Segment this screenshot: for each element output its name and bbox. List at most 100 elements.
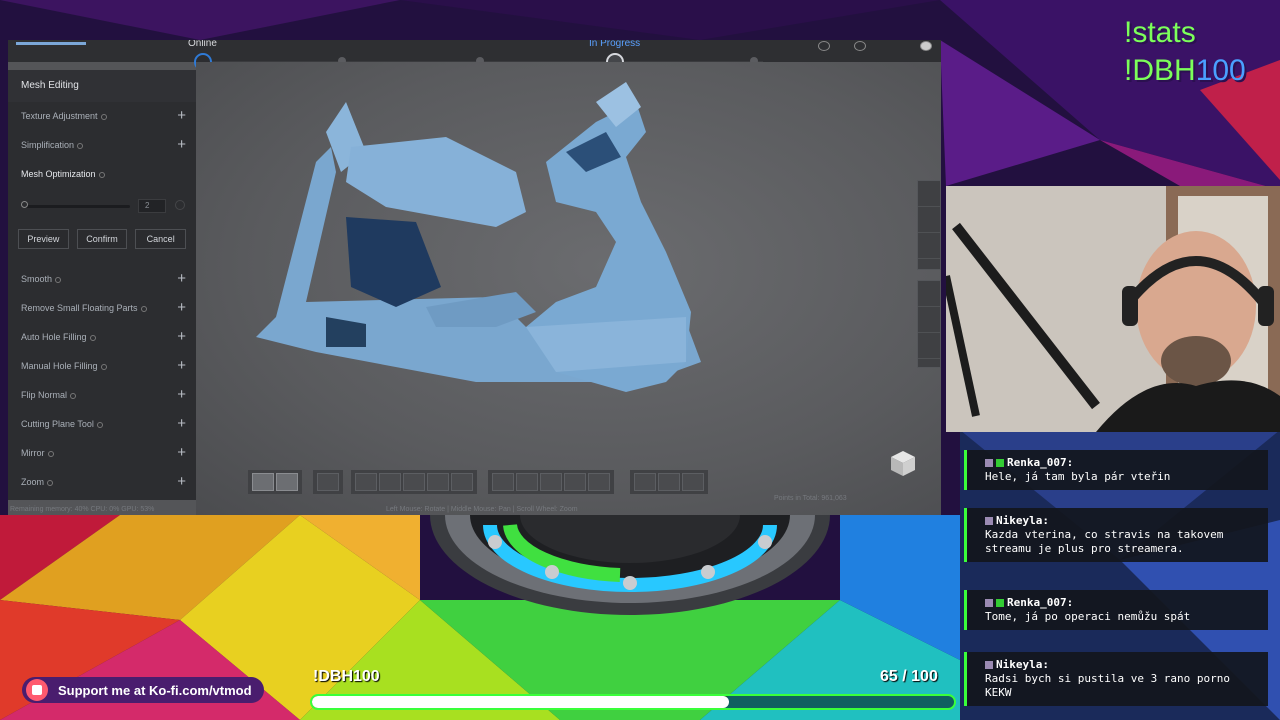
- tool-texture-adjustment[interactable]: Texture Adjustment +: [8, 102, 196, 131]
- info-icon[interactable]: [98, 171, 105, 178]
- slider-thumb[interactable]: [21, 201, 28, 208]
- deselect-icon[interactable]: [516, 473, 538, 491]
- goal-progress-fill: [312, 696, 730, 708]
- menu-icon[interactable]: [890, 41, 902, 51]
- right-tools-bottom: [917, 280, 941, 368]
- layers-stack-icon[interactable]: [276, 473, 298, 491]
- history-toolbar: [630, 470, 708, 494]
- info-icon[interactable]: [70, 392, 77, 399]
- goal-current: 65: [880, 668, 898, 685]
- tool-mirror[interactable]: Mirror +: [8, 439, 196, 468]
- minimize-icon[interactable]: [818, 41, 830, 51]
- export-icon[interactable]: [918, 207, 940, 233]
- reset-icon[interactable]: [175, 200, 185, 210]
- goal-progress-bar: [310, 694, 956, 710]
- lasso-icon[interactable]: [379, 473, 401, 491]
- info-icon[interactable]: [100, 363, 107, 370]
- info-icon[interactable]: [55, 276, 62, 283]
- chat-username: Renka_007:: [1007, 456, 1074, 469]
- goal-total: / 100: [902, 668, 938, 685]
- tool-smooth[interactable]: Smooth +: [8, 265, 196, 294]
- close-icon[interactable]: [920, 41, 932, 51]
- info-icon[interactable]: [89, 334, 96, 341]
- chat-text: Radsi bych si pustila ve 3 rano porno KE…: [985, 672, 1231, 699]
- tool-zoom[interactable]: Zoom +: [8, 468, 196, 497]
- expand-plus-icon[interactable]: +: [177, 328, 186, 345]
- panel-title: Mesh Editing: [8, 70, 196, 102]
- expand-plus-icon[interactable]: +: [177, 136, 186, 153]
- connected-icon[interactable]: [564, 473, 586, 491]
- tool-simplification[interactable]: Simplification +: [8, 131, 196, 160]
- device-status: Online: [188, 40, 217, 49]
- controls-hint: Left Mouse: Rotate | Middle Mouse: Pan |…: [386, 506, 578, 513]
- tool-label: Auto Hole Filling: [21, 332, 87, 342]
- tool-label: Cutting Plane Tool: [21, 419, 94, 429]
- expand-plus-icon[interactable]: +: [177, 299, 186, 316]
- badge-icon: [985, 517, 993, 525]
- info-icon[interactable]: [47, 479, 54, 486]
- app-logo: ▬▬▬▬▬▬▬: [16, 40, 86, 48]
- expand-plus-icon[interactable]: +: [177, 270, 186, 287]
- apply-check-icon[interactable]: [682, 473, 704, 491]
- kofi-banner[interactable]: Support me at Ko-fi.com/vtmod: [22, 677, 264, 703]
- expand-plus-icon[interactable]: +: [177, 415, 186, 432]
- layer-icon[interactable]: [252, 473, 274, 491]
- freehand-select-icon[interactable]: [403, 473, 425, 491]
- tool-manual-hole-filling[interactable]: Manual Hole Filling +: [8, 352, 196, 381]
- expand-plus-icon[interactable]: +: [177, 107, 186, 124]
- badge-icon: [985, 599, 993, 607]
- expand-icon[interactable]: [540, 473, 562, 491]
- expand-plus-icon[interactable]: +: [177, 473, 186, 490]
- tool-label: Remove Small Floating Parts: [21, 303, 138, 313]
- stats-command: !stats: [1124, 16, 1196, 49]
- rect-select-icon[interactable]: [355, 473, 377, 491]
- slider-value-input[interactable]: 2: [138, 199, 166, 213]
- selection-toolbar: [351, 470, 477, 494]
- webcam-feed: [946, 186, 1280, 432]
- wireframe-icon[interactable]: [918, 281, 940, 307]
- goal-count: 65 / 100: [880, 668, 938, 686]
- visibility-icon[interactable]: [918, 307, 940, 333]
- tool-mesh-optimization[interactable]: Mesh Optimization: [8, 160, 196, 189]
- optimization-slider[interactable]: [24, 205, 130, 208]
- chat-message: Renka_007: Tome, já po operaci nemůžu sp…: [964, 590, 1268, 630]
- preview-button[interactable]: Preview: [18, 229, 69, 249]
- info-icon[interactable]: [77, 142, 84, 149]
- action-buttons: Preview Confirm Cancel: [8, 225, 196, 265]
- info-icon[interactable]: [96, 421, 103, 428]
- kofi-text: Support me at Ko-fi.com/vtmod: [58, 682, 252, 698]
- cancel-x-icon[interactable]: [658, 473, 680, 491]
- invert-icon[interactable]: [492, 473, 514, 491]
- info-icon[interactable]: [100, 113, 107, 120]
- edit-toolbar: [488, 470, 614, 494]
- mesh-icon[interactable]: [317, 473, 339, 491]
- folder-icon[interactable]: [918, 181, 940, 207]
- line-select-icon[interactable]: [427, 473, 449, 491]
- info-icon[interactable]: [47, 450, 54, 457]
- expand-plus-icon[interactable]: +: [177, 357, 186, 374]
- 3d-viewport[interactable]: [196, 62, 941, 515]
- chat-text: Hele, já tam byla pár vteřin: [985, 470, 1171, 483]
- tool-label: Simplification: [21, 140, 75, 150]
- settings-icon[interactable]: [854, 41, 866, 51]
- undo-icon[interactable]: [634, 473, 656, 491]
- tool-label: Mirror: [21, 448, 45, 458]
- info-icon[interactable]: [140, 305, 147, 312]
- scanned-mesh: [256, 82, 701, 392]
- mesh-editing-panel: Mesh Editing Texture Adjustment + Simpli…: [8, 70, 196, 500]
- cancel-button[interactable]: Cancel: [135, 229, 187, 249]
- tool-remove-small-floating-parts[interactable]: Remove Small Floating Parts +: [8, 294, 196, 323]
- upload-icon[interactable]: [918, 233, 940, 259]
- orientation-cube-icon[interactable]: [888, 448, 918, 478]
- confirm-button[interactable]: Confirm: [76, 229, 128, 249]
- tool-flip-normal[interactable]: Flip Normal +: [8, 381, 196, 410]
- chat-text: Tome, já po operaci nemůžu spát: [985, 610, 1191, 623]
- expand-plus-icon[interactable]: +: [177, 444, 186, 461]
- brush-icon[interactable]: [451, 473, 473, 491]
- delete-icon[interactable]: [588, 473, 610, 491]
- expand-plus-icon[interactable]: +: [177, 386, 186, 403]
- texture-icon[interactable]: [918, 333, 940, 359]
- tool-cutting-plane[interactable]: Cutting Plane Tool +: [8, 410, 196, 439]
- tool-auto-hole-filling[interactable]: Auto Hole Filling +: [8, 323, 196, 352]
- chat-username: Renka_007:: [1007, 596, 1074, 609]
